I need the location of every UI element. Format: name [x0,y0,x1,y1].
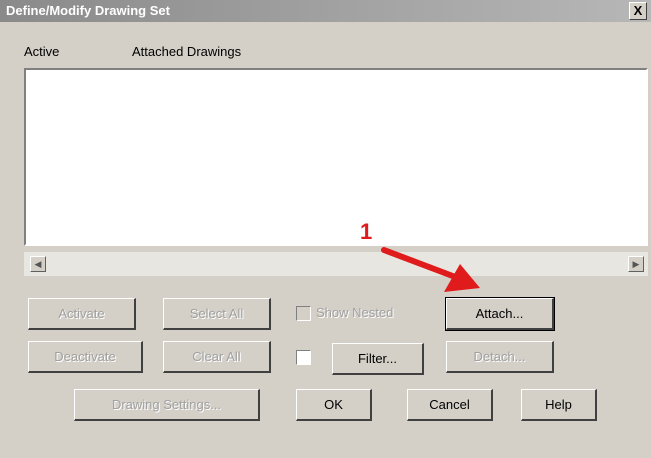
show-nested-checkbox[interactable] [296,306,311,321]
annotation-arrow-icon [381,247,480,292]
column-header-attached-drawings[interactable]: Attached Drawings [132,44,241,59]
clear-all-button[interactable]: Clear All [163,341,271,373]
filter-checkbox[interactable] [296,350,311,365]
filter-button[interactable]: Filter... [332,343,424,375]
help-button[interactable]: Help [521,389,597,421]
show-nested-label: Show Nested [316,305,394,320]
cancel-button[interactable]: Cancel [407,389,493,421]
detach-button[interactable]: Detach... [446,341,554,373]
title-bar: Define/Modify Drawing Set X [0,0,651,22]
select-all-button[interactable]: Select All [163,298,271,330]
deactivate-button[interactable]: Deactivate [28,341,143,373]
define-modify-drawing-set-dialog: Define/Modify Drawing Set X Active Attac… [0,0,651,458]
scroll-right-icon[interactable]: ▶ [628,256,644,272]
activate-button[interactable]: Activate [28,298,136,330]
close-icon[interactable]: X [629,2,647,20]
attached-drawings-list[interactable] [24,68,648,246]
drawing-settings-button[interactable]: Drawing Settings... [74,389,260,421]
horizontal-scrollbar[interactable]: ◀ ▶ [24,252,648,276]
attach-button[interactable]: Attach... [445,297,555,331]
column-header-active[interactable]: Active [24,44,59,59]
window-title: Define/Modify Drawing Set [6,3,170,18]
scroll-left-icon[interactable]: ◀ [30,256,46,272]
ok-button[interactable]: OK [296,389,372,421]
annotation-step-number: 1 [360,219,373,244]
